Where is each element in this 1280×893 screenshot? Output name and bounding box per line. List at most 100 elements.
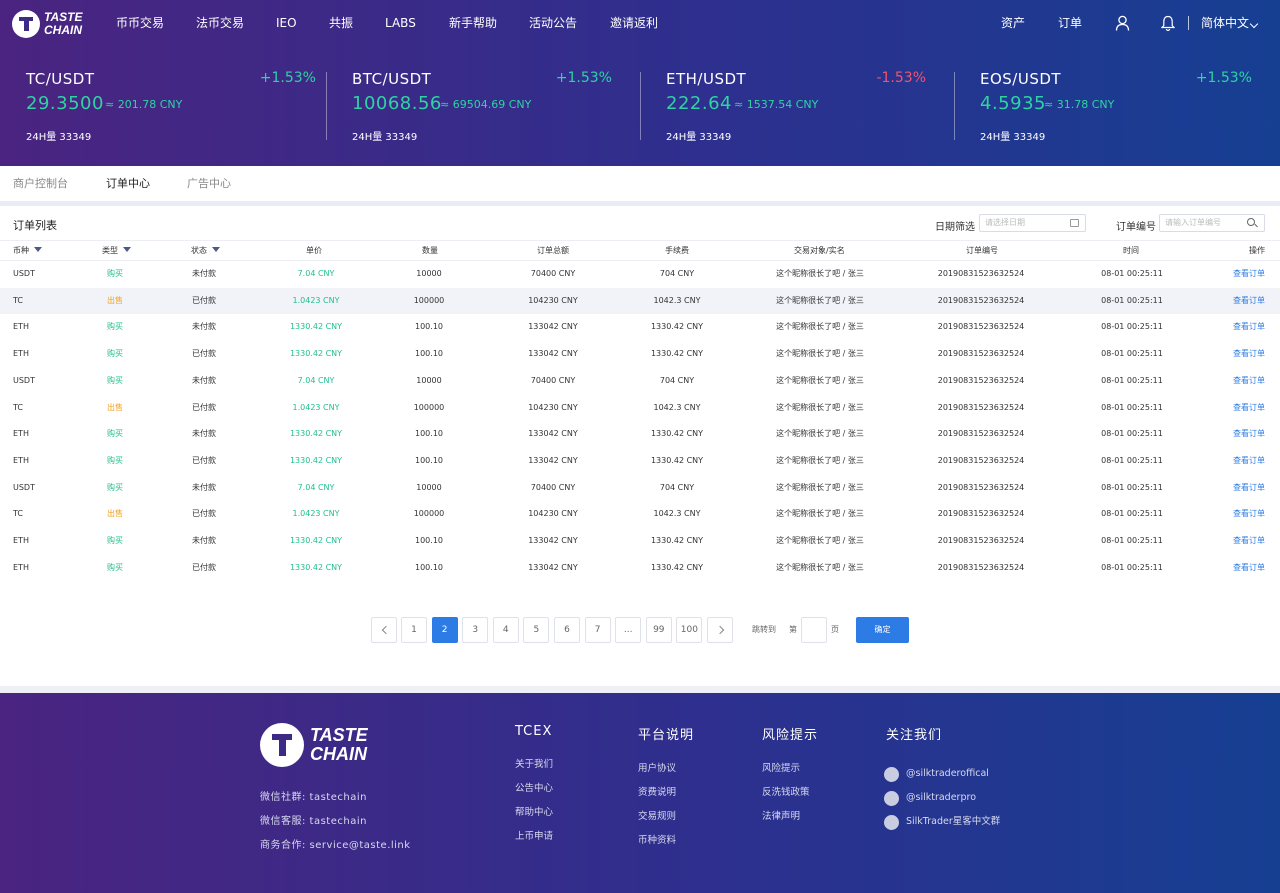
brand-logo[interactable]: TASTE CHAIN	[12, 10, 82, 38]
ticker-tc-usdt[interactable]: TC/USDT +1.53% 29.3500 ≈ 201.78 CNY 24H量…	[26, 70, 316, 150]
footer-link-risk[interactable]: 风险提示	[762, 762, 818, 786]
table-row[interactable]: ETH 购买 未付款 1330.42 CNY 100.10 133042 CNY 1330.…	[0, 528, 1280, 555]
language-selector[interactable]: 简体中文	[1201, 0, 1249, 46]
view-order-link[interactable]: 查看订单	[1233, 341, 1265, 368]
table-row[interactable]: USDT 购买 未付款 7.04 CNY 10000 70400 CNY 704 CNY 这个…	[0, 475, 1280, 502]
calendar-icon[interactable]	[1070, 219, 1079, 227]
table-row[interactable]: ETH 购买 已付款 1330.42 CNY 100.10 133042 CNY 1330.…	[0, 555, 1280, 582]
footer-link-aml[interactable]: 反洗钱政策	[762, 786, 818, 810]
cell-coin: ETH	[13, 322, 29, 332]
nav-item-labs[interactable]: LABS	[385, 0, 416, 46]
view-order-link[interactable]: 查看订单	[1233, 528, 1265, 555]
bell-icon[interactable]	[1161, 15, 1175, 31]
nav-item-referral[interactable]: 邀请返利	[610, 0, 658, 46]
view-order-link[interactable]: 查看订单	[1233, 501, 1265, 528]
footer-col-title: 风险提示	[762, 728, 819, 743]
table-row[interactable]: TC 出售 已付款 1.0423 CNY 100000 104230 CNY 1042.3 …	[0, 395, 1280, 422]
nav-item-announcements[interactable]: 活动公告	[529, 0, 577, 46]
col-type[interactable]: 类型	[102, 241, 131, 260]
footer-link-legal[interactable]: 法律声明	[762, 810, 818, 834]
view-order-link[interactable]: 查看订单	[1233, 314, 1265, 341]
footer-col-title: 平台说明	[638, 728, 695, 743]
ticker-cny: ≈ 201.78 CNY	[105, 98, 183, 111]
view-order-link[interactable]: 查看订单	[1233, 368, 1265, 395]
page-button-100[interactable]: 100	[676, 617, 703, 643]
page-button-99[interactable]: 99	[645, 617, 672, 643]
footer-link-coin-info[interactable]: 币种资料	[638, 834, 694, 858]
filter-funnel-icon[interactable]	[34, 247, 42, 252]
ticker-eth-usdt[interactable]: ETH/USDT -1.53% 222.64 ≈ 1537.54 CNY 24H…	[666, 70, 926, 150]
col-order-no: 订单编号	[966, 246, 998, 255]
view-order-link[interactable]: 查看订单	[1233, 421, 1265, 448]
order-no-search-input[interactable]: 请输入订单编号	[1159, 214, 1265, 232]
cell-counterparty: 这个昵称很长了吧 / 张三	[776, 295, 864, 305]
page-button-5[interactable]: 5	[523, 617, 550, 643]
nav-orders[interactable]: 订单	[1058, 0, 1082, 46]
page-jump-input[interactable]	[801, 617, 827, 643]
filter-funnel-icon[interactable]	[212, 247, 220, 252]
nav-item-resonance[interactable]: 共振	[329, 0, 353, 46]
footer-link-announcements[interactable]: 公告中心	[515, 782, 553, 806]
ticker-eos-usdt[interactable]: EOS/USDT +1.53% 4.5935 ≈ 31.78 CNY 24H量 …	[980, 70, 1252, 150]
user-icon[interactable]	[1115, 15, 1130, 31]
table-row[interactable]: ETH 购买 未付款 1330.42 CNY 100.10 133042 CNY 1330.…	[0, 314, 1280, 341]
col-status[interactable]: 状态	[191, 241, 220, 260]
table-row[interactable]: ETH 购买 已付款 1330.42 CNY 100.10 133042 CNY 1330.…	[0, 448, 1280, 475]
footer-brand-logo[interactable]: TASTE CHAIN	[260, 723, 368, 767]
view-order-link[interactable]: 查看订单	[1233, 261, 1265, 288]
footer-social-cn-group[interactable]: SilkTrader星客中文群	[884, 810, 1000, 834]
footer-link-user-agreement[interactable]: 用户协议	[638, 762, 694, 786]
footer-link-about[interactable]: 关于我们	[515, 758, 553, 782]
page-button-6[interactable]: 6	[554, 617, 580, 643]
footer-link-trade-rules[interactable]: 交易规则	[638, 810, 694, 834]
page-button-1[interactable]: 1	[401, 617, 427, 643]
page-ellipsis[interactable]: ...	[615, 617, 642, 643]
tab-ad-center[interactable]: 广告中心	[187, 166, 231, 201]
table-row[interactable]: ETH 购买 未付款 1330.42 CNY 100.10 133042 CNY 1330.…	[0, 421, 1280, 448]
footer-social-offical[interactable]: @silktraderoffical	[884, 762, 1000, 786]
table-row[interactable]: ETH 购买 已付款 1330.42 CNY 100.10 133042 CNY 1330.…	[0, 341, 1280, 368]
nav-assets[interactable]: 资产	[1001, 0, 1025, 46]
table-row[interactable]: TC 出售 已付款 1.0423 CNY 100000 104230 CNY 1042.3 …	[0, 501, 1280, 528]
chevron-down-icon[interactable]	[1249, 19, 1259, 29]
table-row[interactable]: USDT 购买 未付款 7.04 CNY 10000 70400 CNY 704 CNY 这个…	[0, 368, 1280, 395]
view-order-link[interactable]: 查看订单	[1233, 395, 1265, 422]
nav-item-ieo[interactable]: IEO	[276, 0, 297, 46]
date-filter-input[interactable]: 请选择日期	[979, 214, 1086, 232]
tab-merchant-console[interactable]: 商户控制台	[13, 166, 68, 201]
search-icon[interactable]	[1247, 218, 1255, 226]
nav-item-spot-trade[interactable]: 币币交易	[116, 0, 164, 46]
prev-page-button[interactable]	[371, 617, 397, 643]
cell-coin: ETH	[13, 429, 29, 439]
table-row[interactable]: USDT 购买 未付款 7.04 CNY 10000 70400 CNY 704 CNY 这个…	[0, 261, 1280, 288]
view-order-link[interactable]: 查看订单	[1233, 448, 1265, 475]
cell-time: 08-01 00:25:11	[1101, 509, 1163, 519]
view-order-link[interactable]: 查看订单	[1233, 288, 1265, 315]
page-button-2[interactable]: 2	[431, 617, 458, 643]
page-button-3[interactable]: 3	[462, 617, 489, 643]
ticker-change: +1.53%	[259, 70, 316, 86]
view-order-link[interactable]: 查看订单	[1233, 475, 1265, 502]
page-button-7[interactable]: 7	[584, 617, 611, 643]
nav-item-otc-trade[interactable]: 法币交易	[196, 0, 244, 46]
table-row[interactable]: TC 出售 已付款 1.0423 CNY 100000 104230 CNY 1042.3 …	[0, 287, 1280, 315]
filter-funnel-icon[interactable]	[123, 247, 131, 252]
footer-link-help[interactable]: 帮助中心	[515, 806, 553, 830]
footer-wechat-group: 微信社群: tastechain	[260, 792, 367, 803]
table-header: 币种 类型 状态 单价 数量 订单总额 手续费 交易对象/实名 订单编号 时间 …	[0, 240, 1280, 261]
col-coin[interactable]: 币种	[13, 241, 42, 260]
tab-order-center[interactable]: 订单中心	[106, 166, 150, 203]
page-jump-confirm-button[interactable]: 确定	[856, 617, 909, 643]
cell-coin: ETH	[13, 455, 29, 465]
cell-counterparty: 这个昵称很长了吧 / 张三	[776, 562, 864, 572]
nav-item-help[interactable]: 新手帮助	[449, 0, 497, 46]
footer-link-listing[interactable]: 上币申请	[515, 830, 553, 854]
ticker-btc-usdt[interactable]: BTC/USDT +1.53% 10068.56 ≈ 69504.69 CNY …	[352, 70, 612, 150]
footer-social-pro[interactable]: @silktraderpro	[884, 786, 1000, 810]
ticker-pair: BTC/USDT	[352, 70, 432, 88]
footer-link-fees[interactable]: 资费说明	[638, 786, 694, 810]
next-page-button[interactable]	[707, 617, 733, 643]
view-order-link[interactable]: 查看订单	[1233, 555, 1265, 582]
page-button-4[interactable]: 4	[492, 617, 519, 643]
cell-type: 购买	[107, 455, 123, 465]
